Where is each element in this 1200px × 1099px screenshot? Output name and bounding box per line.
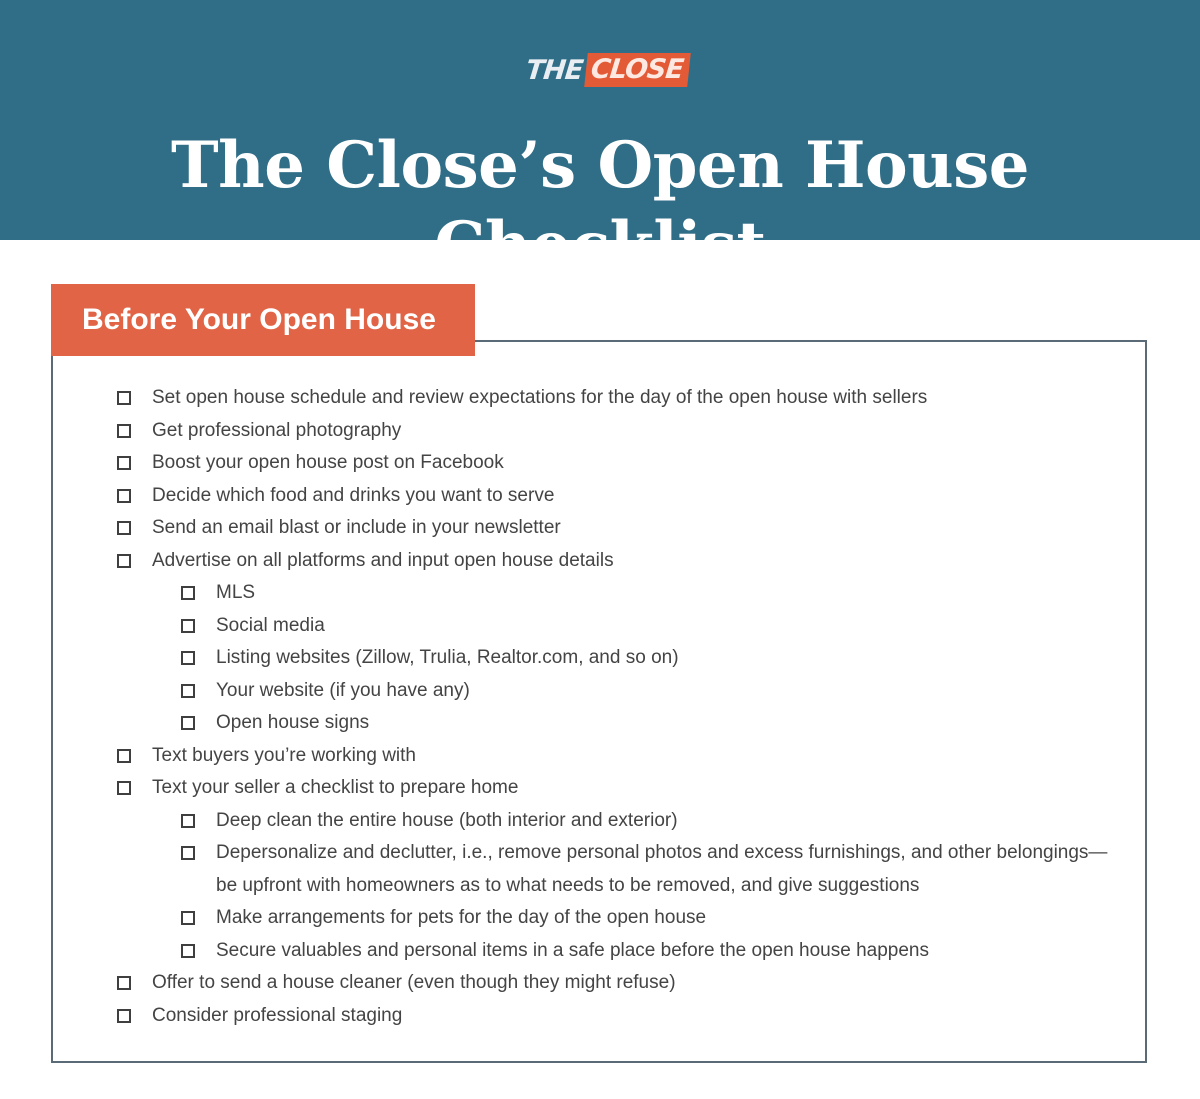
checklist-subitem: Social media bbox=[0, 610, 1200, 643]
checklist-item-text: Listing websites (Zillow, Trulia, Realto… bbox=[216, 647, 679, 668]
checkbox-icon[interactable] bbox=[181, 846, 195, 860]
checkbox-icon[interactable] bbox=[117, 456, 131, 470]
page-title: The Close’s Open House Checklist bbox=[171, 128, 1029, 283]
checklist-subitem: Deep clean the entire house (both interi… bbox=[0, 805, 1200, 838]
section-title: Before Your Open House bbox=[82, 303, 436, 336]
checklist-subitem: Secure valuables and personal items in a… bbox=[0, 935, 1200, 968]
checkbox-icon[interactable] bbox=[117, 553, 131, 568]
checklist-item: Text your seller a checklist to prepare … bbox=[0, 772, 1200, 805]
checklist-item-text: Get professional photography bbox=[152, 419, 402, 441]
the-close-logo: THE CLOSE bbox=[524, 52, 692, 88]
checklist-item-text: Offer to send a house cleaner (even thou… bbox=[152, 972, 676, 993]
checkbox-icon[interactable] bbox=[117, 1008, 131, 1023]
checklist-item-text: Text your seller a checklist to prepare … bbox=[152, 777, 519, 798]
checkbox-icon[interactable] bbox=[181, 943, 195, 958]
checklist-item: Decide which food and drinks you want to… bbox=[0, 480, 1200, 513]
checklist-item: Text buyers you’re working with bbox=[0, 740, 1200, 773]
logo-the: THE bbox=[524, 54, 585, 86]
checklist-subitem: Your website (if you have any) bbox=[0, 675, 1200, 708]
checklist-item: Send an email blast or include in your n… bbox=[0, 512, 1200, 545]
checklist-item: Get professional photography bbox=[0, 415, 1200, 448]
checkbox-icon[interactable] bbox=[181, 716, 195, 730]
checklist-item-text: MLS bbox=[216, 582, 256, 603]
checklist-item-text: Send an email blast or include in your n… bbox=[152, 517, 561, 538]
checklist-item-text: Text buyers you’re working with bbox=[152, 744, 416, 766]
logo-close: CLOSE bbox=[584, 53, 692, 87]
checkbox-icon[interactable] bbox=[181, 586, 195, 600]
checklist-subitem: Make arrangements for pets for the day o… bbox=[0, 902, 1200, 935]
checklist-subitem: Open house signs bbox=[0, 707, 1200, 740]
checkbox-icon[interactable] bbox=[181, 651, 195, 665]
checklist-item: Set open house schedule and review expec… bbox=[0, 382, 1200, 415]
checkbox-icon[interactable] bbox=[181, 911, 195, 925]
header-banner: THE CLOSE The Close’s Open House Checkli… bbox=[0, 0, 1200, 283]
checklist-item: Consider professional staging bbox=[0, 1000, 1200, 1033]
checklist-item-text: Your website (if you have any) bbox=[216, 679, 470, 701]
checklist-item-text: Social media bbox=[216, 614, 325, 636]
checklist-item-text: Boost your open house post on Facebook bbox=[152, 452, 504, 473]
checklist-subitem: Listing websites (Zillow, Trulia, Realto… bbox=[0, 642, 1200, 675]
checklist-item-text: Depersonalize and declutter, i.e., remov… bbox=[216, 842, 1108, 896]
checklist-item-text: Make arrangements for pets for the day o… bbox=[216, 907, 707, 928]
checklist-item-text: Advertise on all platforms and input ope… bbox=[152, 549, 614, 571]
checklist-item-text: Deep clean the entire house (both interi… bbox=[216, 809, 678, 831]
checklist-item-text: Consider professional staging bbox=[152, 1004, 403, 1026]
checklist-item-text: Set open house schedule and review expec… bbox=[152, 387, 928, 408]
checkbox-icon[interactable] bbox=[181, 618, 195, 633]
checkbox-icon[interactable] bbox=[117, 423, 131, 438]
checklist-subitem: Depersonalize and declutter, i.e., remov… bbox=[0, 837, 1200, 902]
checklist: Set open house schedule and review expec… bbox=[0, 382, 1200, 1032]
checkbox-icon[interactable] bbox=[181, 813, 195, 828]
checkbox-icon[interactable] bbox=[117, 976, 131, 990]
checklist-subitem: MLS bbox=[0, 577, 1200, 610]
checklist-item: Advertise on all platforms and input ope… bbox=[0, 545, 1200, 578]
checklist-item: Boost your open house post on Facebook bbox=[0, 447, 1200, 480]
checkbox-icon[interactable] bbox=[117, 781, 131, 795]
checklist-item: Offer to send a house cleaner (even thou… bbox=[0, 967, 1200, 1000]
checkbox-icon[interactable] bbox=[117, 748, 131, 763]
checkbox-icon[interactable] bbox=[117, 521, 131, 535]
checkbox-icon[interactable] bbox=[181, 683, 195, 698]
checklist-item-text: Secure valuables and personal items in a… bbox=[216, 939, 929, 961]
checkbox-icon[interactable] bbox=[117, 488, 131, 503]
checkbox-icon[interactable] bbox=[117, 391, 131, 405]
checklist-item-text: Open house signs bbox=[216, 712, 370, 733]
checklist-item-text: Decide which food and drinks you want to… bbox=[152, 484, 555, 506]
